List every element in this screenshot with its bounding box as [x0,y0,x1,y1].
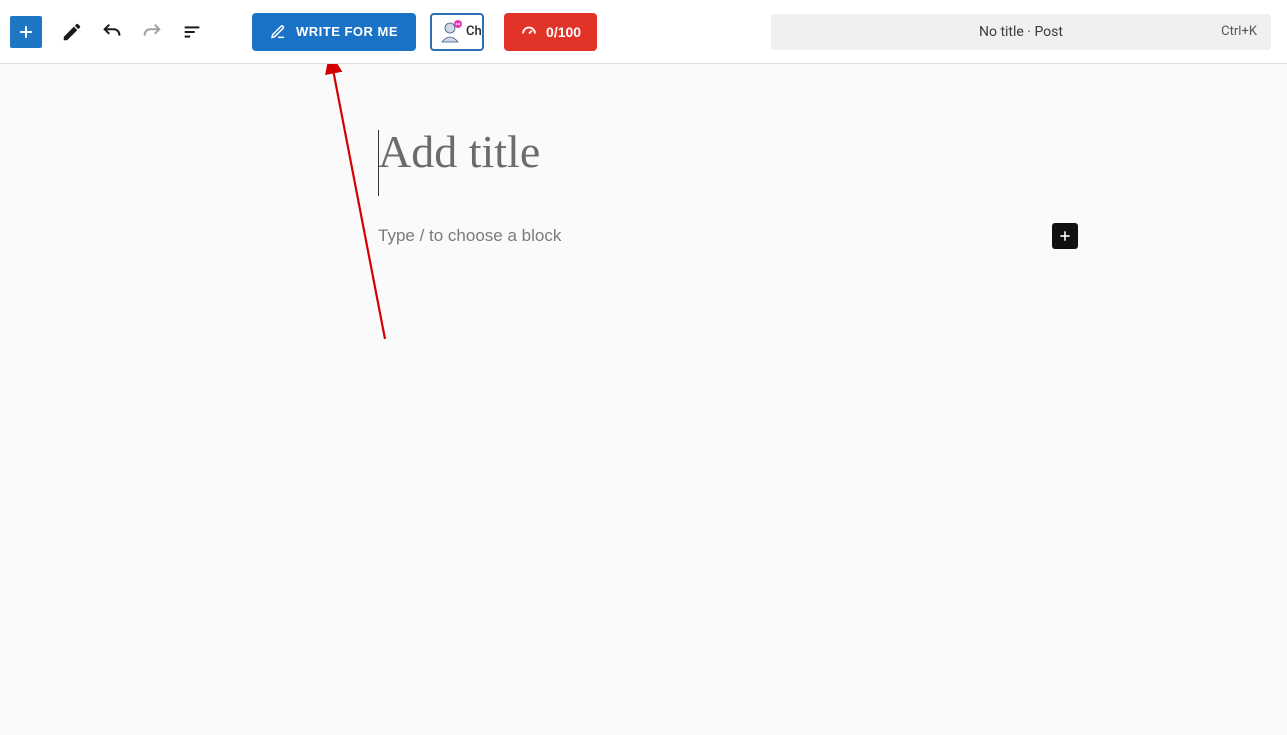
undo-button[interactable] [94,14,130,50]
ai-chip-label: Ch [466,24,482,39]
add-block-button[interactable] [10,16,42,48]
gauge-icon [520,23,538,41]
redo-icon [141,21,163,43]
write-for-me-label: WRITE FOR ME [296,24,398,39]
outline-icon [181,21,203,43]
document-title-bar[interactable]: No title · Post Ctrl+K [771,14,1271,50]
score-button[interactable]: 0/100 [504,13,597,51]
write-for-me-button[interactable]: WRITE FOR ME [252,13,416,51]
ai-avatar-icon [436,18,464,46]
edit-tool-button[interactable] [54,14,90,50]
inline-add-block-button[interactable] [1052,223,1078,249]
plus-icon [1057,228,1073,244]
editor-canvas [0,64,1287,735]
shortcut-hint: Ctrl+K [1221,24,1257,39]
editor-toolbar: WRITE FOR ME Ch 0/100 No title · Post Ct… [0,0,1287,64]
plus-icon [16,22,36,42]
redo-button[interactable] [134,14,170,50]
ai-assistant-chip[interactable]: Ch [430,13,484,51]
title-cursor [378,130,379,196]
block-content-input[interactable] [378,226,1078,246]
pencil-icon [61,21,83,43]
outline-button[interactable] [174,14,210,50]
undo-icon [101,21,123,43]
document-title-text: No title · Post [979,24,1063,40]
write-icon [270,24,286,40]
score-label: 0/100 [546,24,581,40]
post-title-input[interactable] [378,122,1078,182]
